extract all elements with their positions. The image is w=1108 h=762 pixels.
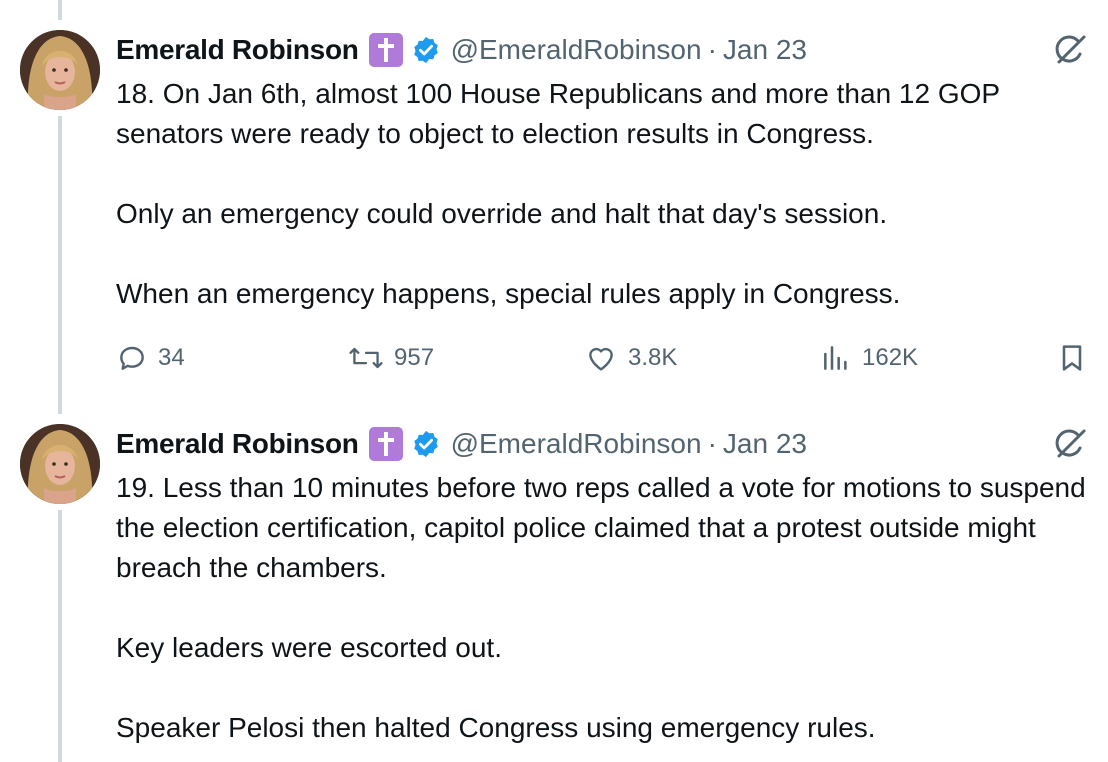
latin-cross-icon [368, 33, 403, 67]
views-button[interactable]: 162K [820, 338, 918, 378]
repost-count: 957 [394, 344, 435, 371]
author-handle[interactable]: @EmeraldRobinson [451, 428, 702, 460]
heart-icon [584, 342, 618, 374]
verified-badge-icon[interactable] [411, 35, 441, 65]
verified-badge-icon[interactable] [411, 429, 441, 459]
tweet-header: Emerald Robinson @EmeraldRobinson · Jan … [116, 30, 807, 70]
tweet-date[interactable]: Jan 23 [723, 428, 807, 460]
view-count: 162K [862, 344, 919, 371]
tweet-18[interactable]: Emerald Robinson @EmeraldRobinson · Jan … [0, 0, 1108, 400]
grok-icon[interactable] [1052, 32, 1088, 68]
avatar[interactable] [20, 424, 100, 504]
bookmark-button[interactable] [1056, 338, 1088, 378]
like-button[interactable]: 3.8K [584, 338, 677, 378]
reply-icon [116, 342, 148, 374]
author-name[interactable]: Emerald Robinson [116, 34, 359, 66]
views-icon [820, 342, 852, 374]
tweet-text: 18. On Jan 6th, almost 100 House Republi… [116, 78, 1000, 309]
repost-icon [348, 342, 384, 374]
header-separator: · [707, 34, 717, 65]
author-name[interactable]: Emerald Robinson [116, 428, 359, 460]
bookmark-icon [1056, 342, 1088, 374]
tweet-date[interactable]: Jan 23 [723, 34, 807, 66]
tweet-header: Emerald Robinson @EmeraldRobinson · Jan … [116, 424, 807, 464]
avatar[interactable] [20, 30, 100, 110]
tweet-actions: 34 957 3.8K 162K [116, 338, 1092, 378]
reply-count: 34 [158, 344, 185, 371]
author-handle[interactable]: @EmeraldRobinson [451, 34, 702, 66]
grok-icon[interactable] [1052, 426, 1088, 462]
tweet-19[interactable]: Emerald Robinson @EmeraldRobinson · Jan … [0, 400, 1108, 762]
reply-button[interactable]: 34 [116, 338, 185, 378]
header-separator: · [707, 428, 717, 459]
latin-cross-icon [368, 427, 403, 461]
tweet-text: 19. Less than 10 minutes before two reps… [116, 472, 1086, 743]
repost-button[interactable]: 957 [348, 338, 434, 378]
like-count: 3.8K [628, 344, 678, 371]
